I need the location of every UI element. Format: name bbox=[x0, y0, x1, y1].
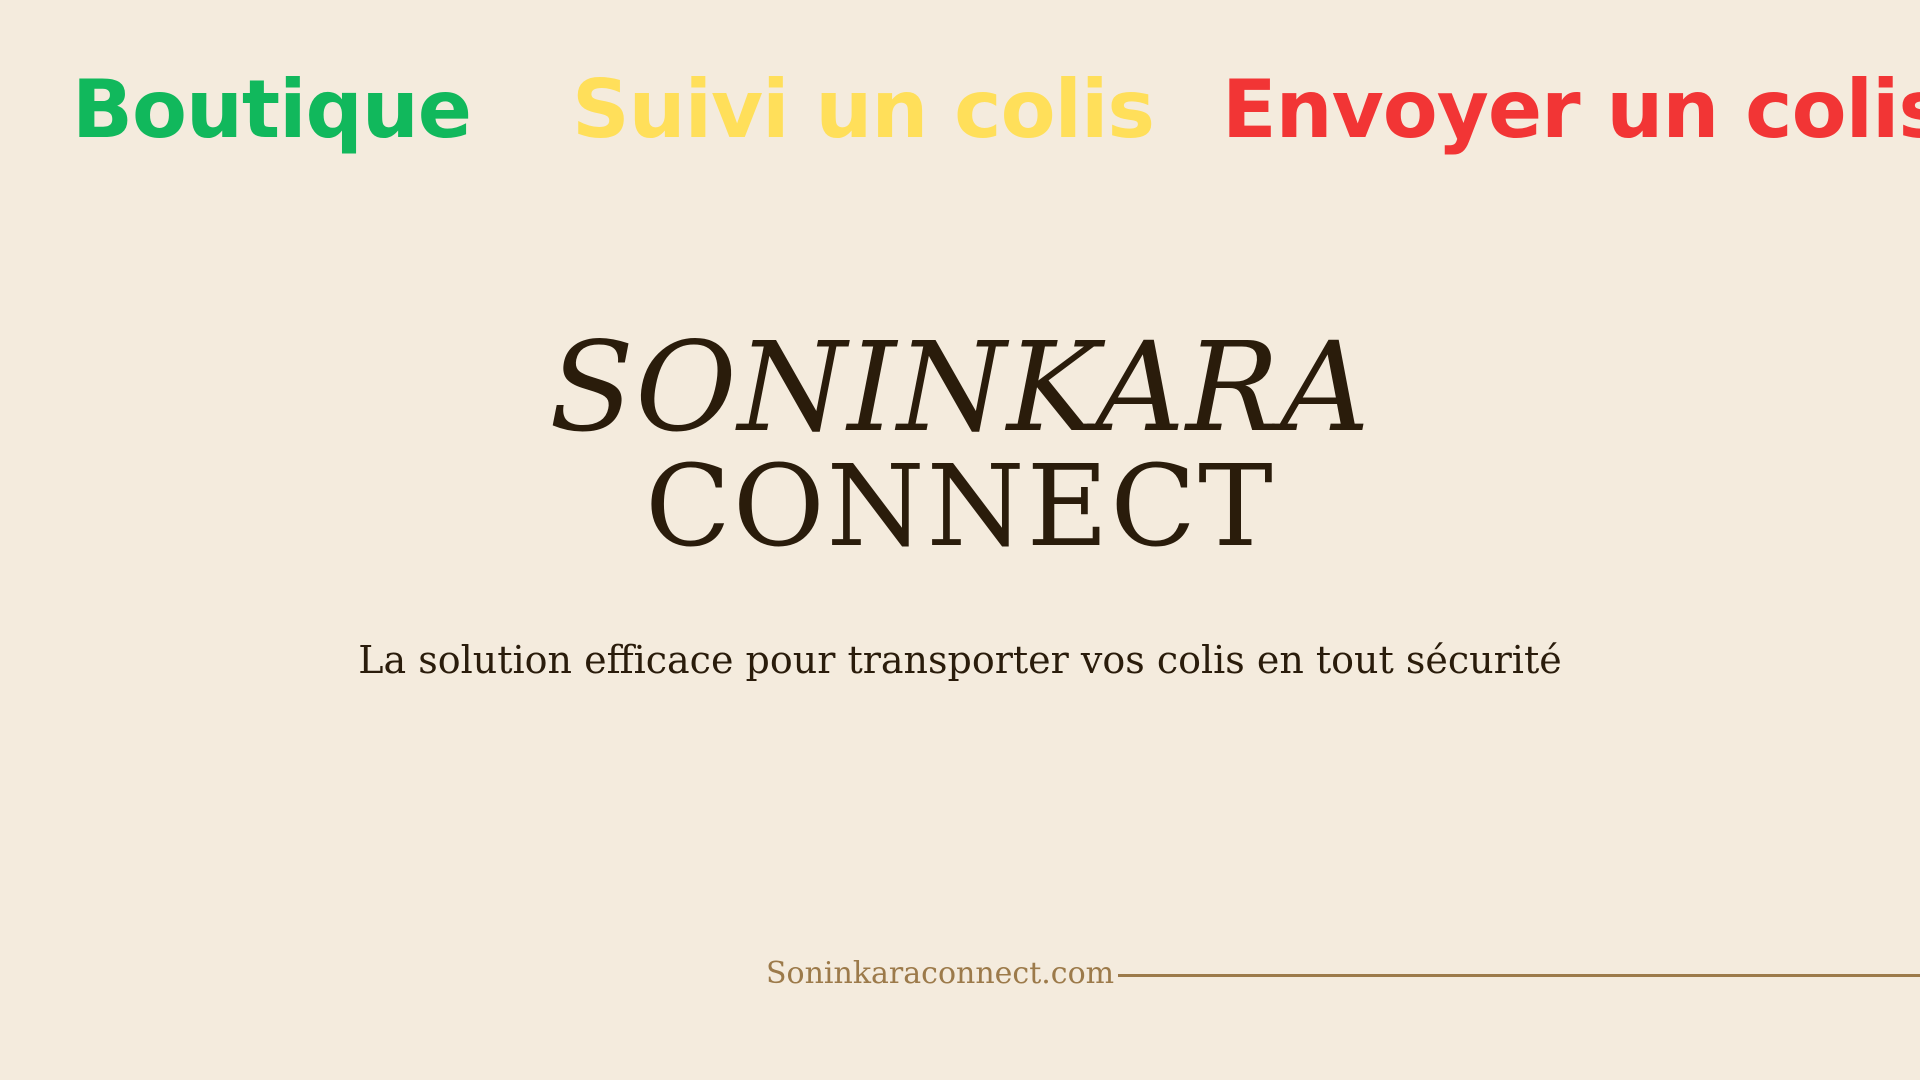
website-link[interactable]: Soninkaraconnect.com bbox=[766, 956, 1114, 991]
nav-link-suivi-colis[interactable]: Suivi un colis bbox=[572, 62, 1155, 158]
brand-name-line2: CONNECT bbox=[645, 442, 1275, 572]
nav-link-envoyer-colis[interactable]: Envoyer un colis bbox=[1222, 62, 1920, 158]
footer-divider-line bbox=[1118, 973, 1920, 977]
brand-name-line1: SONINKARA bbox=[549, 316, 1371, 460]
footer: Soninkaraconnect.com bbox=[766, 948, 1920, 998]
nav-link-boutique[interactable]: Boutique bbox=[72, 62, 472, 158]
tagline: La solution efficace pour transporter vo… bbox=[358, 638, 1562, 682]
